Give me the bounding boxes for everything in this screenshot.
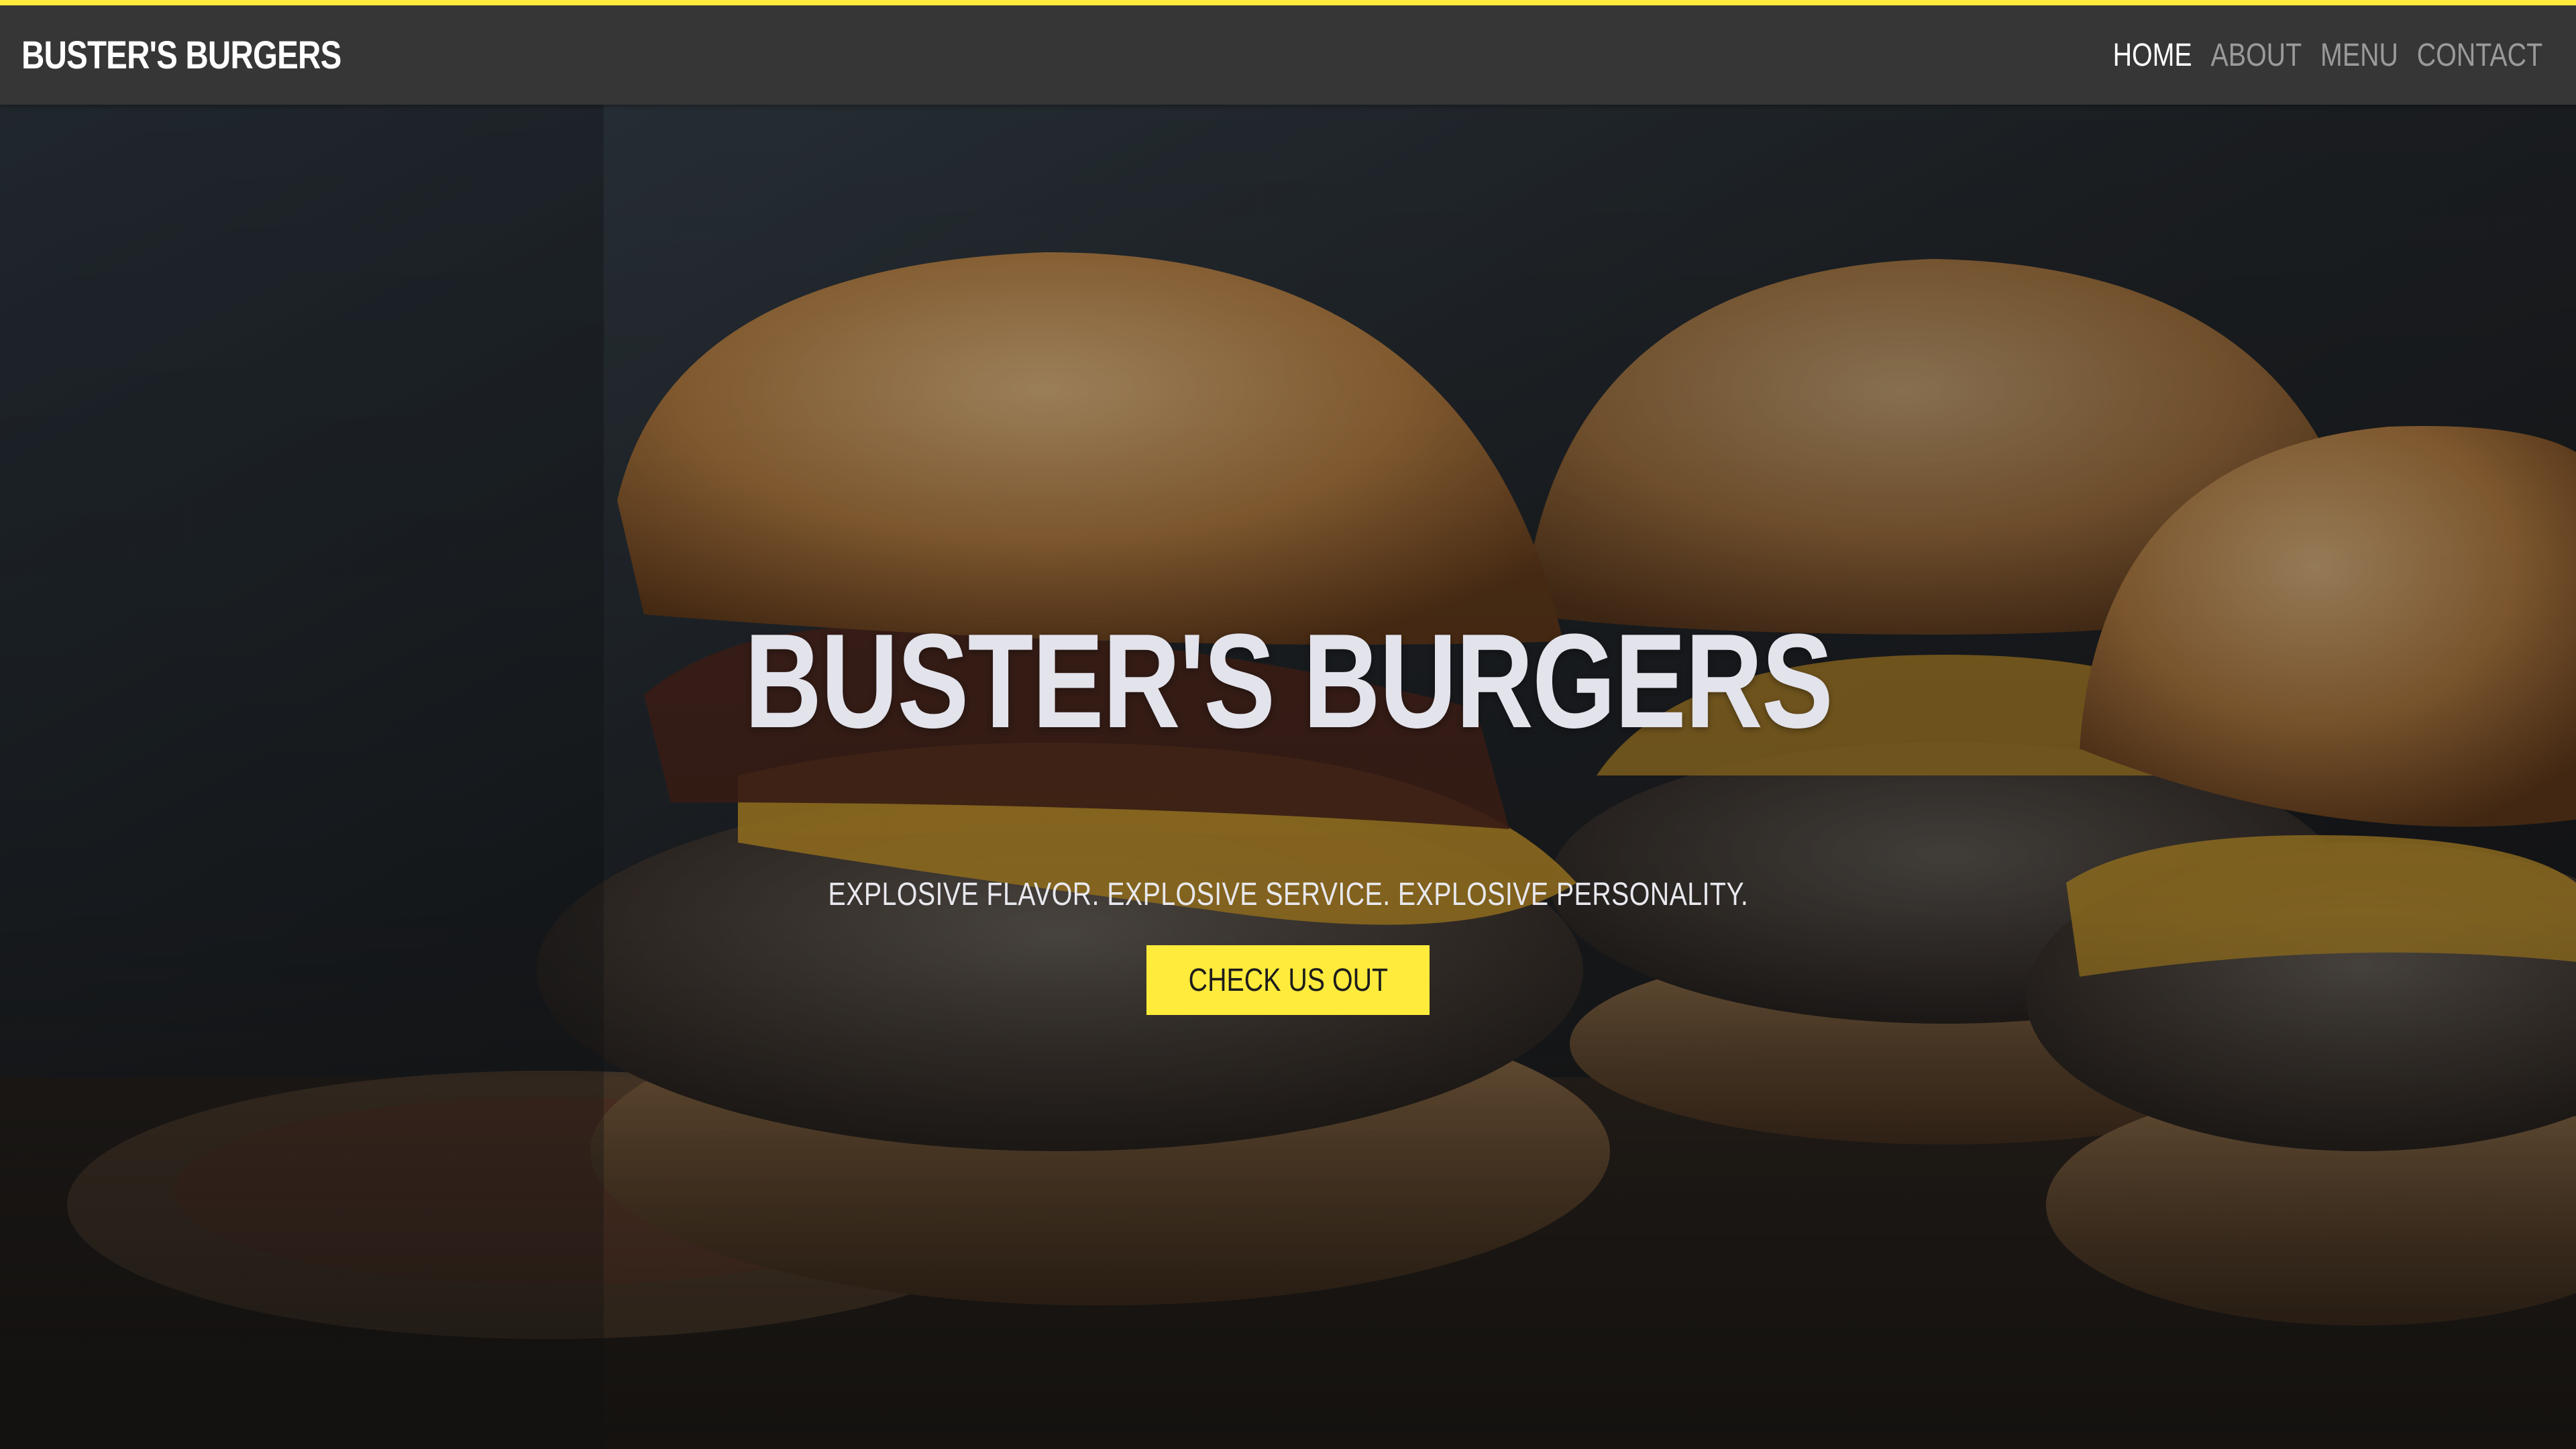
nav-item-menu[interactable]: MENU — [2320, 37, 2398, 74]
nav-item-contact[interactable]: CONTACT — [2417, 37, 2542, 74]
hero-section: BUSTER'S BURGERS EXPLOSIVE FLAVOR. EXPLO… — [0, 105, 2576, 1449]
check-us-out-button[interactable]: CHECK US OUT — [1146, 945, 1430, 1015]
accent-stripe — [0, 0, 2576, 5]
check-us-out-label: CHECK US OUT — [1188, 962, 1388, 998]
page: BUSTER'S BURGERS HOME ABOUT MENU CONTACT — [0, 0, 2576, 1449]
hero-content: BUSTER'S BURGERS EXPLOSIVE FLAVOR. EXPLO… — [0, 105, 2576, 1449]
nav-links: HOME ABOUT MENU CONTACT — [2112, 37, 2542, 74]
navbar: BUSTER'S BURGERS HOME ABOUT MENU CONTACT — [0, 5, 2576, 105]
hero-title: BUSTER'S BURGERS — [744, 606, 1833, 756]
hero-subtitle: EXPLOSIVE FLAVOR. EXPLOSIVE SERVICE. EXP… — [828, 877, 1748, 912]
nav-item-about[interactable]: ABOUT — [2210, 37, 2302, 74]
brand-logo-link[interactable]: BUSTER'S BURGERS — [21, 33, 341, 78]
nav-item-home[interactable]: HOME — [2112, 37, 2192, 74]
